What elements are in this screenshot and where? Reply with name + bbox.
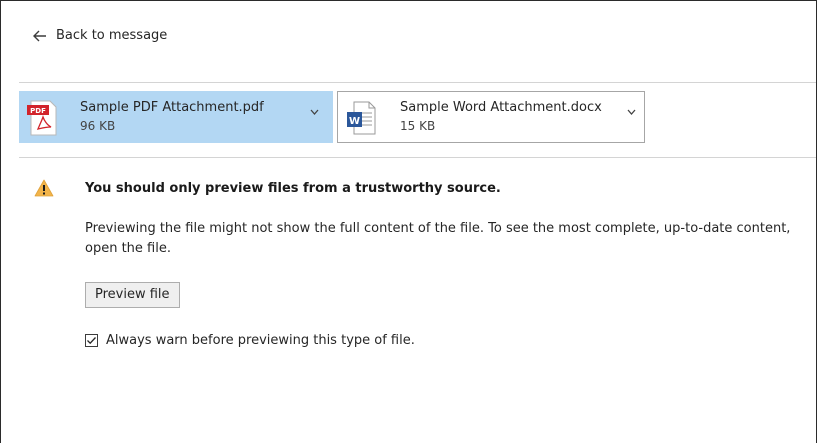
divider bbox=[19, 82, 816, 83]
svg-text:PDF: PDF bbox=[30, 107, 46, 115]
always-warn-label: Always warn before previewing this type … bbox=[106, 333, 415, 348]
checkbox-checked-icon[interactable] bbox=[85, 334, 98, 347]
preview-file-button[interactable]: Preview file bbox=[85, 282, 180, 308]
attachment-preview-pane: Back to message PDF Sample PDF Attachmen… bbox=[0, 0, 817, 443]
chevron-down-icon[interactable] bbox=[310, 109, 319, 115]
attachment-name: Sample Word Attachment.docx bbox=[400, 100, 602, 115]
attachment-name: Sample PDF Attachment.pdf bbox=[80, 100, 264, 115]
warning-title: You should only preview files from a tru… bbox=[85, 181, 501, 196]
back-to-message-link[interactable]: Back to message bbox=[33, 28, 167, 43]
back-to-message-label: Back to message bbox=[56, 28, 168, 43]
warning-message: Previewing the file might not show the f… bbox=[85, 221, 791, 256]
divider bbox=[19, 157, 816, 158]
attachment-size: 96 KB bbox=[80, 119, 116, 133]
svg-text:W: W bbox=[349, 116, 360, 127]
attachment-pdf[interactable]: PDF Sample PDF Attachment.pdf 96 KB bbox=[19, 91, 333, 143]
attachment-size: 15 KB bbox=[400, 119, 436, 133]
back-arrow-icon bbox=[33, 30, 46, 41]
pdf-file-icon: PDF bbox=[27, 100, 57, 136]
chevron-down-icon[interactable] bbox=[627, 109, 636, 115]
word-file-icon: W bbox=[347, 101, 376, 135]
attachment-word[interactable]: W Sample Word Attachment.docx 15 KB bbox=[337, 91, 645, 143]
always-warn-option[interactable]: Always warn before previewing this type … bbox=[85, 333, 415, 348]
warning-icon bbox=[34, 179, 54, 197]
